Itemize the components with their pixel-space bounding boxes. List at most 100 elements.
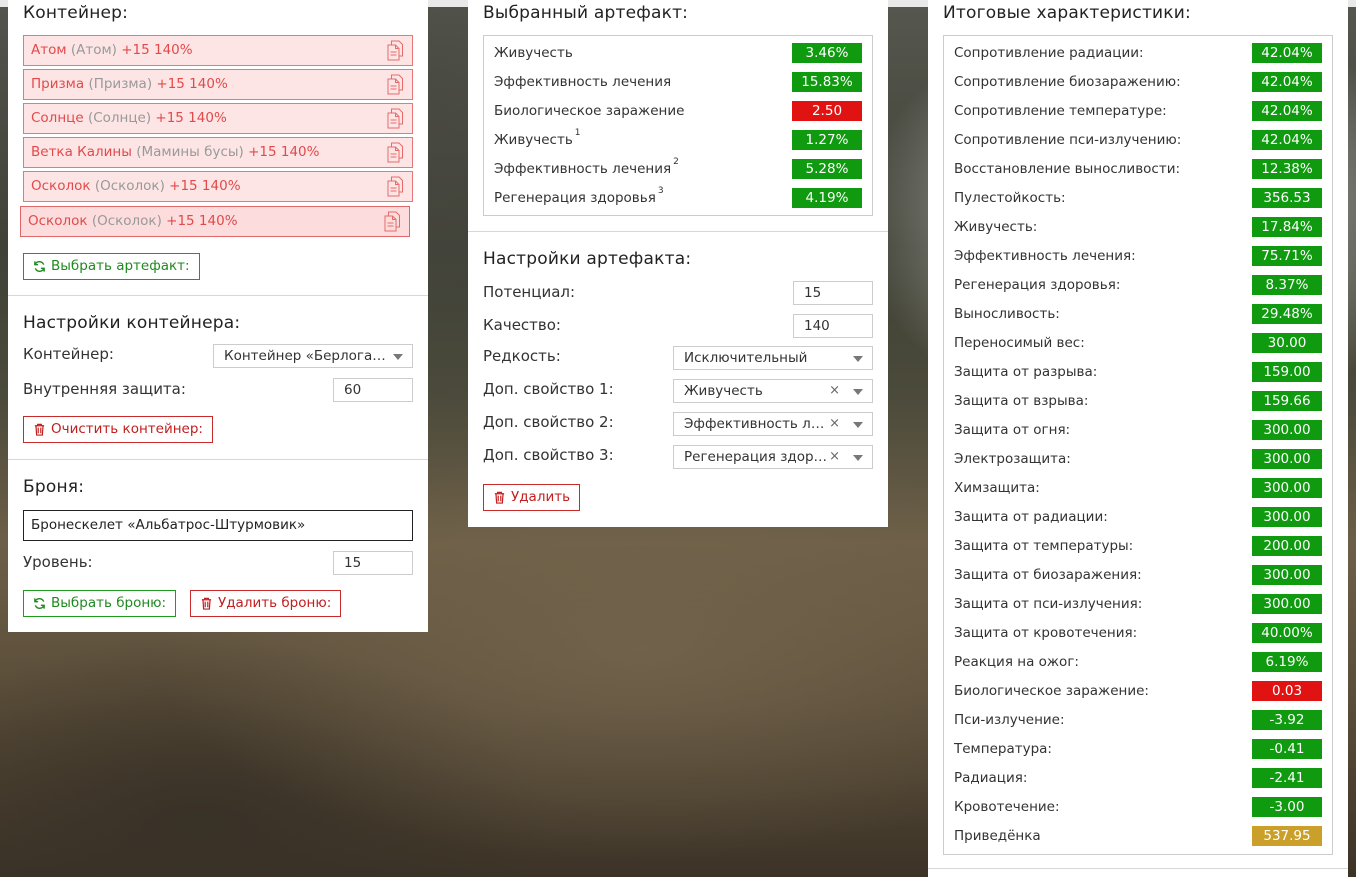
stat-value: 4.19% (792, 188, 862, 208)
inner-protection-input[interactable]: 60 (333, 378, 413, 402)
potential-label: Потенциал: (483, 283, 576, 301)
quality-label: Качество: (483, 316, 561, 334)
extra2-select[interactable]: Эффективность ле… × (673, 412, 873, 436)
container-item[interactable]: Осколок (Осколок) +15 140% (20, 206, 410, 237)
extra1-select[interactable]: Живучесть × (673, 379, 873, 403)
extra3-label: Доп. свойство 3: (483, 446, 614, 464)
summary-stat-row: Защита от температуры: 200.00 (954, 535, 1322, 557)
stat-label: Защита от огня: (954, 422, 1071, 438)
container-label: Контейнер: (23, 345, 114, 363)
item-subname: (Призма) (88, 76, 153, 92)
stat-value: 12.38% (1252, 159, 1322, 179)
chevron-down-icon (853, 389, 863, 395)
selected-artifact-title: Выбранный артефакт: (483, 3, 689, 23)
stat-value: 8.37% (1252, 275, 1322, 295)
summary-stat-row: Защита от пси-излучения: 300.00 (954, 593, 1322, 615)
chevron-down-icon (393, 354, 403, 360)
item-bonus: +15 140% (166, 213, 238, 229)
item-name: Призма (31, 76, 85, 92)
clear-icon[interactable]: × (829, 413, 840, 435)
clear-icon[interactable]: × (829, 380, 840, 402)
stat-value: 159.66 (1252, 391, 1322, 411)
chevron-down-icon (853, 356, 863, 362)
stat-value: -0.41 (1252, 739, 1322, 759)
select-artifact-button[interactable]: Выбрать артефакт: (23, 253, 200, 280)
stat-label: Живучесть (494, 45, 573, 61)
stat-value: 2.50 (792, 101, 862, 121)
container-item[interactable]: Солнце (Солнце) +15 140% (23, 103, 413, 134)
armor-input[interactable]: Бронескелет «Альбатрос-Штурмовик» (23, 510, 413, 541)
delete-armor-label: Удалить броню: (218, 595, 332, 611)
stat-value: 30.00 (1252, 333, 1322, 353)
summary-stat-row: Живучесть: 17.84% (954, 216, 1322, 238)
rarity-label: Редкость: (483, 347, 561, 365)
summary-panel: Итоговые характеристики: Сопротивление р… (928, 0, 1348, 877)
container-settings-title: Настройки контейнера: (23, 313, 241, 333)
copy-document-icon[interactable] (387, 176, 403, 197)
stat-value: -3.92 (1252, 710, 1322, 730)
copy-document-icon[interactable] (387, 74, 403, 95)
container-select[interactable]: Контейнер «Берлога… (213, 344, 413, 368)
armor-title: Броня: (23, 477, 85, 497)
extra3-select-value: Регенерация здор… (684, 449, 828, 465)
divider (468, 231, 888, 232)
stat-label: Регенерация здоровья: (954, 277, 1121, 293)
container-item[interactable]: Осколок (Осколок) +15 140% (23, 171, 413, 202)
summary-stat-row: Сопротивление температуре: 42.04% (954, 100, 1322, 122)
stat-label: Защита от радиации: (954, 509, 1108, 525)
clear-icon[interactable]: × (829, 446, 840, 468)
item-subname: (Атом) (70, 42, 117, 58)
divider (8, 459, 428, 460)
delete-artifact-label: Удалить (511, 489, 571, 505)
quality-input[interactable]: 140 (793, 314, 873, 338)
item-subname: (Осколок) (94, 178, 165, 194)
potential-input[interactable]: 15 (793, 281, 873, 305)
stat-label: Эффективность лечения (494, 74, 672, 90)
summary-stat-row: Температура: -0.41 (954, 738, 1322, 760)
summary-stat-row: Защита от радиации: 300.00 (954, 506, 1322, 528)
summary-stat-row: Защита от взрыва: 159.66 (954, 390, 1322, 412)
delete-artifact-button[interactable]: Удалить (483, 484, 581, 511)
extra1-select-value: Живучесть (684, 383, 763, 399)
extra1-label: Доп. свойство 1: (483, 380, 614, 398)
stat-value: 40.00% (1252, 623, 1322, 643)
item-name: Солнце (31, 110, 84, 126)
summary-stats-box: Сопротивление радиации: 42.04% Сопротивлен… (943, 35, 1333, 855)
container-title: Контейнер: (23, 3, 129, 23)
summary-stat-row: Переносимый вес: 30.00 (954, 332, 1322, 354)
stat-value: 15.83% (792, 72, 862, 92)
stat-value: 300.00 (1252, 420, 1322, 440)
stat-value: 1.27% (792, 130, 862, 150)
artifact-stat-row: Биологическое заражение 2.50 (494, 100, 862, 122)
extra3-select[interactable]: Регенерация здор… × (673, 445, 873, 469)
stat-label: Сопротивление пси-излучению: (954, 132, 1182, 148)
rarity-select[interactable]: Исключительный (673, 346, 873, 370)
delete-armor-button[interactable]: Удалить броню: (190, 590, 342, 617)
stat-label: Приведёнка (954, 828, 1041, 844)
stat-label: Выносливость: (954, 306, 1060, 322)
copy-document-icon[interactable] (387, 142, 403, 163)
stat-value: 300.00 (1252, 594, 1322, 614)
clear-container-button[interactable]: Очистить контейнер: (23, 416, 213, 443)
summary-title: Итоговые характеристики: (943, 3, 1191, 23)
artifact-panel: Выбранный артефакт: Живучесть 3.46% Эффект… (468, 0, 888, 527)
divider (8, 295, 428, 296)
copy-document-icon[interactable] (387, 108, 403, 129)
stat-label: Защита от температуры: (954, 538, 1134, 554)
level-input[interactable]: 15 (333, 551, 413, 575)
stat-label: Пулестойкость: (954, 190, 1066, 206)
stat-label: Сопротивление радиации: (954, 45, 1144, 61)
copy-document-icon[interactable] (387, 40, 403, 61)
copy-document-icon[interactable] (384, 211, 400, 232)
container-item[interactable]: Ветка Калины (Мамины бусы) +15 140% (23, 137, 413, 168)
select-armor-button[interactable]: Выбрать броню: (23, 590, 177, 617)
stat-label: Химзащита: (954, 480, 1040, 496)
container-item[interactable]: Призма (Призма) +15 140% (23, 69, 413, 100)
stat-label: Живучесть (494, 132, 573, 148)
artifact-stat-row: Эффективность лечения 15.83% (494, 71, 862, 93)
summary-stat-row: Восстановление выносливости: 12.38% (954, 158, 1322, 180)
container-item[interactable]: Атом (Атом) +15 140% (23, 35, 413, 66)
stat-value: 159.00 (1252, 362, 1322, 382)
item-bonus: +15 140% (156, 76, 228, 92)
stat-label: Реакция на ожог: (954, 654, 1079, 670)
